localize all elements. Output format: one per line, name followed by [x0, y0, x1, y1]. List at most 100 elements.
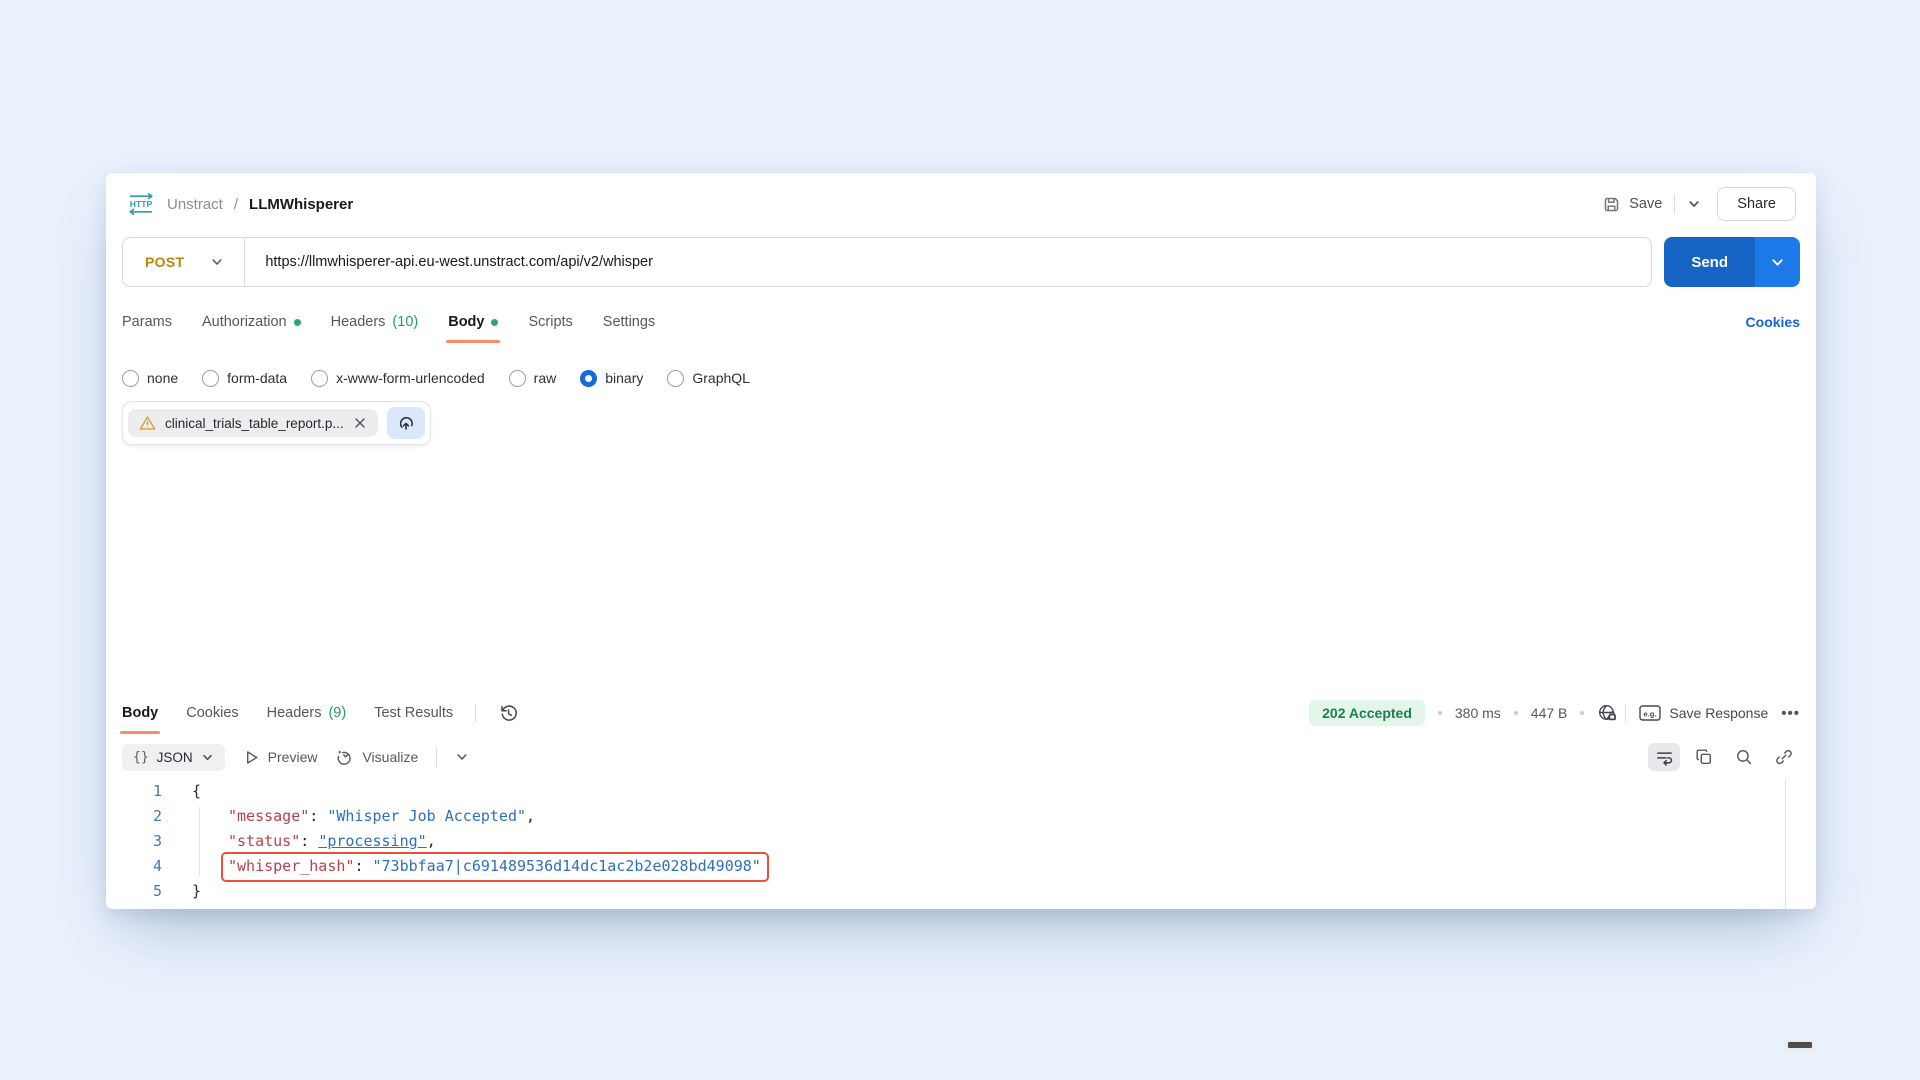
- network-security-icon[interactable]: [1597, 703, 1618, 724]
- body-type-x-www-form-urlencoded[interactable]: x-www-form-urlencoded: [311, 370, 485, 387]
- preview-button[interactable]: Preview: [243, 749, 318, 766]
- code-line-4: 4 "whisper_hash": "73bbfaa7|c691489536d1…: [106, 854, 1816, 879]
- code-line-3: 3 "status": "processing",: [106, 829, 1816, 854]
- body-type-graphql[interactable]: GraphQL: [667, 370, 750, 387]
- indent-guide: [199, 807, 200, 876]
- svg-text:HTTP: HTTP: [130, 199, 153, 209]
- response-more-menu[interactable]: •••: [1781, 705, 1800, 722]
- link-icon: [1775, 748, 1793, 766]
- copy-button[interactable]: [1688, 743, 1720, 771]
- whisper-hash-value: "73bbfaa7|c691489536d14dc1ac2b2e028bd490…: [373, 857, 761, 875]
- search-icon: [1735, 748, 1753, 766]
- cloud-upload-icon: [396, 413, 416, 433]
- save-button[interactable]: Save: [1602, 195, 1662, 214]
- breadcrumb: HTTP Unstract / LLMWhisperer: [126, 193, 353, 215]
- radio-icon: [311, 370, 328, 387]
- send-chevron-icon: [1770, 255, 1785, 270]
- processing-link-text[interactable]: "processing": [318, 832, 426, 850]
- tab-params[interactable]: Params: [122, 301, 172, 343]
- body-type-none[interactable]: none: [122, 370, 178, 387]
- body-type-selector: none form-data x-www-form-urlencoded raw…: [122, 365, 1800, 391]
- response-toolbar: {} JSON Preview Visualize: [122, 739, 1800, 775]
- body-type-form-data[interactable]: form-data: [202, 370, 287, 387]
- divider: [1625, 704, 1626, 722]
- format-chevron-icon: [201, 751, 214, 764]
- send-options-button[interactable]: [1755, 237, 1800, 287]
- whisper-hash-annotation-box: "whisper_hash": "73bbfaa7|c691489536d14d…: [221, 852, 769, 882]
- file-attachment-container: clinical_trials_table_report.p...: [122, 401, 431, 445]
- response-headers-count: (9): [328, 705, 346, 721]
- visualize-button[interactable]: Visualize: [335, 748, 418, 767]
- body-status-dot: [491, 319, 498, 326]
- example-icon: e.g.: [1639, 705, 1661, 721]
- wrap-text-icon: [1655, 748, 1674, 767]
- braces-icon: {}: [133, 750, 149, 765]
- visualize-magic-icon: [335, 748, 354, 767]
- line-number: 3: [106, 829, 162, 854]
- response-body-viewer: 1 { 2 "message": "Whisper Job Accepted",…: [106, 779, 1816, 909]
- response-size[interactable]: 447 B: [1531, 705, 1568, 721]
- save-response-button[interactable]: e.g. Save Response: [1639, 705, 1768, 721]
- file-chip[interactable]: clinical_trials_table_report.p...: [128, 409, 378, 437]
- response-tab-headers[interactable]: Headers (9): [267, 692, 347, 734]
- method-chevron-icon: [210, 255, 224, 269]
- authorization-status-dot: [294, 319, 301, 326]
- binary-file-row: clinical_trials_table_report.p...: [122, 400, 1800, 446]
- breadcrumb-workspace[interactable]: Unstract: [167, 196, 223, 213]
- play-icon: [243, 749, 260, 766]
- status-badge[interactable]: 202 Accepted: [1309, 700, 1425, 726]
- divider: [436, 747, 437, 767]
- cookies-link[interactable]: Cookies: [1746, 314, 1800, 330]
- body-type-binary[interactable]: binary: [580, 370, 643, 387]
- code-line-1: 1 {: [106, 779, 1816, 804]
- reupload-file-button[interactable]: [387, 407, 425, 439]
- tab-headers[interactable]: Headers (10): [331, 301, 419, 343]
- tab-body[interactable]: Body: [448, 301, 498, 343]
- response-tab-body[interactable]: Body: [122, 692, 158, 734]
- toolbar-more-chevron[interactable]: [455, 750, 469, 764]
- search-button[interactable]: [1728, 743, 1760, 771]
- save-options-chevron[interactable]: [1687, 197, 1701, 211]
- scrollbar-thumb[interactable]: [1788, 1042, 1812, 1048]
- response-format-selector[interactable]: {} JSON: [122, 744, 225, 771]
- radio-icon: [667, 370, 684, 387]
- format-label: JSON: [157, 750, 193, 765]
- save-icon: [1602, 195, 1621, 214]
- link-button[interactable]: [1768, 743, 1800, 771]
- radio-icon: [509, 370, 526, 387]
- request-bar: POST https://llmwhisperer-api.eu-west.un…: [122, 237, 1800, 287]
- body-type-raw[interactable]: raw: [509, 370, 557, 387]
- request-tabs: Params Authorization Headers (10) Body S…: [122, 301, 1800, 343]
- line-number: 1: [106, 779, 162, 804]
- breadcrumb-request-name[interactable]: LLMWhisperer: [249, 196, 353, 213]
- copy-icon: [1695, 748, 1713, 766]
- response-tab-cookies[interactable]: Cookies: [186, 692, 238, 734]
- share-button[interactable]: Share: [1717, 187, 1796, 221]
- wrap-text-button[interactable]: [1648, 743, 1680, 771]
- history-clock-icon: [498, 703, 519, 724]
- tab-scripts[interactable]: Scripts: [528, 301, 572, 343]
- save-label: Save: [1629, 196, 1662, 212]
- dot-separator: [1580, 711, 1584, 715]
- line-number: 2: [106, 804, 162, 829]
- file-name: clinical_trials_table_report.p...: [165, 416, 344, 431]
- remove-file-icon[interactable]: [353, 416, 367, 430]
- response-time[interactable]: 380 ms: [1455, 705, 1501, 721]
- dot-separator: [1438, 711, 1442, 715]
- line-number: 5: [106, 879, 162, 904]
- response-tab-test-results[interactable]: Test Results: [374, 692, 453, 734]
- header-bar: HTTP Unstract / LLMWhisperer Save: [126, 183, 1796, 225]
- divider: [475, 704, 476, 722]
- send-button[interactable]: Send: [1664, 237, 1755, 287]
- divider: [1674, 194, 1675, 214]
- response-history-button[interactable]: [498, 703, 519, 724]
- tab-authorization[interactable]: Authorization: [202, 301, 301, 343]
- send-button-group: Send: [1664, 237, 1800, 287]
- minimap-divider: [1785, 779, 1786, 909]
- response-tabs: Body Cookies Headers (9) Test Results 20…: [122, 693, 1800, 733]
- method-selector[interactable]: POST: [123, 254, 244, 270]
- tab-settings[interactable]: Settings: [603, 301, 655, 343]
- url-input[interactable]: https://llmwhisperer-api.eu-west.unstrac…: [245, 254, 1651, 270]
- warning-icon: [139, 415, 156, 431]
- dot-separator: [1514, 711, 1518, 715]
